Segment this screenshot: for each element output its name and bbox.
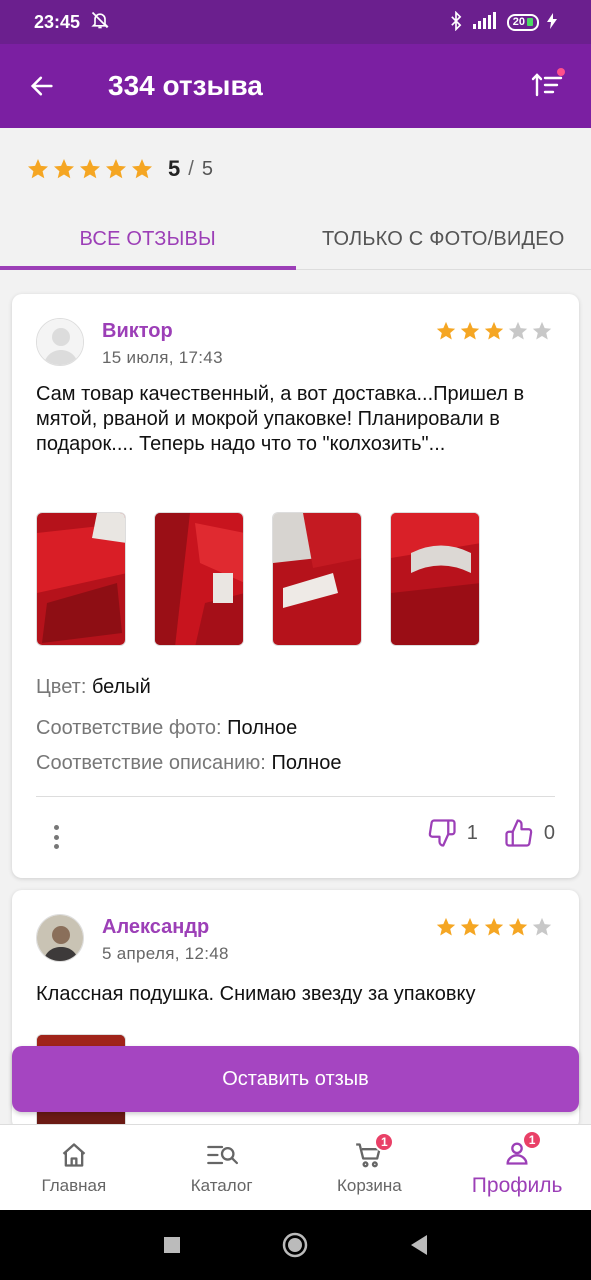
review-photos [36,512,480,646]
star-filled-icon [436,321,456,340]
rating-separator: / [188,157,194,180]
home-icon [57,1140,91,1170]
review-author[interactable]: Александр [102,916,209,939]
attr-photo-match-value: Полное [227,717,298,739]
charging-icon [547,12,557,32]
star-filled-icon [508,917,528,936]
tab-photo-video[interactable]: ТОЛЬКО С ФОТО/ВИДЕО [296,210,591,269]
sort-indicator-dot [557,68,565,76]
catalog-search-icon [205,1140,239,1170]
back-system-button[interactable] [409,1234,429,1256]
app-bar: 334 отзыва [0,44,591,128]
signal-icon [471,11,499,33]
cart-badge: 1 [374,1131,395,1152]
recent-apps-button[interactable] [163,1236,181,1254]
attr-desc-match-value: Полное [271,752,342,774]
square-icon [163,1237,180,1253]
tab-all-reviews[interactable]: ВСЕ ОТЗЫВЫ [0,210,296,270]
cart-icon: 1 [352,1131,395,1170]
star-empty-icon [508,321,528,340]
page-title: 334 отзыва [108,70,263,101]
star-empty-icon [532,321,552,340]
profile-icon: 1 [500,1129,543,1168]
divider [36,796,555,797]
star-filled-icon [132,159,152,179]
rating-stars [26,157,154,181]
star-filled-icon [484,917,504,936]
nav-catalog[interactable]: Каталог [148,1125,296,1210]
rating-summary: 5 / 5 [0,128,591,210]
user-placeholder-icon [37,319,83,365]
attr-photo-match: Соответствие фото: Полное [36,717,297,740]
review-date: 5 апреля, 12:48 [102,944,229,963]
nav-profile-label: Профиль [471,1173,563,1197]
battery-indicator: 20 [506,13,539,31]
battery-level: 20 [512,15,525,28]
review-stars [435,916,553,938]
nav-cart[interactable]: 1 Корзина [296,1125,444,1210]
review-author[interactable]: Виктор [102,320,173,343]
review-photo[interactable] [154,512,244,646]
star-filled-icon [28,159,48,179]
star-filled-icon [436,917,456,936]
leave-review-button[interactable]: Оставить отзыв [12,1046,579,1112]
star-filled-icon [460,321,480,340]
nav-profile[interactable]: 1 Профиль [443,1125,591,1210]
back-button[interactable] [26,70,58,102]
arrow-left-icon [30,76,53,96]
attr-desc-match: Соответствие описанию: Полное [36,752,341,775]
thumbs-down-icon [428,819,456,847]
review-stars [435,320,553,342]
avatar [36,914,84,962]
home-system-button[interactable] [281,1231,309,1259]
circle-icon [282,1232,307,1258]
like-button[interactable]: 0 [504,818,555,848]
star-filled-icon [106,159,126,179]
star-filled-icon [460,917,480,936]
more-options-button[interactable] [44,822,68,852]
user-photo-icon [37,915,83,961]
star-filled-icon [484,321,504,340]
thumbs-up-icon [505,819,533,847]
sort-button[interactable] [527,66,567,106]
bell-off-icon [90,10,110,35]
review-photo[interactable] [272,512,362,646]
rating-value: 5 [168,156,181,181]
review-votes: 1 0 [427,818,555,848]
review-tabs: ВСЕ ОТЗЫВЫ ТОЛЬКО С ФОТО/ВИДЕО [0,210,591,270]
bluetooth-icon [449,10,463,34]
attr-photo-match-label: Соответствие фото: [36,717,222,739]
review-text: Сам товар качественный, а вот доставка..… [36,383,525,455]
attr-color: Цвет: белый [36,676,151,699]
review-date: 15 июля, 17:43 [102,348,223,367]
nav-catalog-label: Каталог [190,1175,253,1195]
attr-color-label: Цвет: [36,676,87,698]
star-empty-icon [532,917,552,936]
review-photo[interactable] [390,512,480,646]
system-nav-bar [0,1210,591,1280]
review-card: Виктор 15 июля, 17:43 Сам товар качестве… [12,294,579,878]
star-filled-icon [80,159,100,179]
nav-home[interactable]: Главная [0,1125,148,1210]
dislike-count: 1 [466,821,478,844]
rating-max: 5 [201,157,213,180]
dislike-button[interactable]: 1 [427,818,478,848]
nav-cart-label: Корзина [336,1175,402,1195]
status-time: 23:45 [34,11,81,32]
triangle-back-icon [410,1235,427,1255]
review-text: Классная подушка. Снимаю звезду за упако… [36,983,476,1005]
avatar [36,318,84,366]
bottom-nav: Главная Каталог 1 Корзина 1 Профиль [0,1124,591,1210]
profile-badge: 1 [522,1129,543,1150]
star-filled-icon [54,159,74,179]
attr-color-value: белый [91,676,151,698]
review-photo[interactable] [36,512,126,646]
attr-desc-match-label: Соответствие описанию: [36,752,266,774]
status-bar: 23:45 20 [0,0,591,44]
like-count: 0 [543,821,555,844]
nav-home-label: Главная [41,1175,107,1195]
